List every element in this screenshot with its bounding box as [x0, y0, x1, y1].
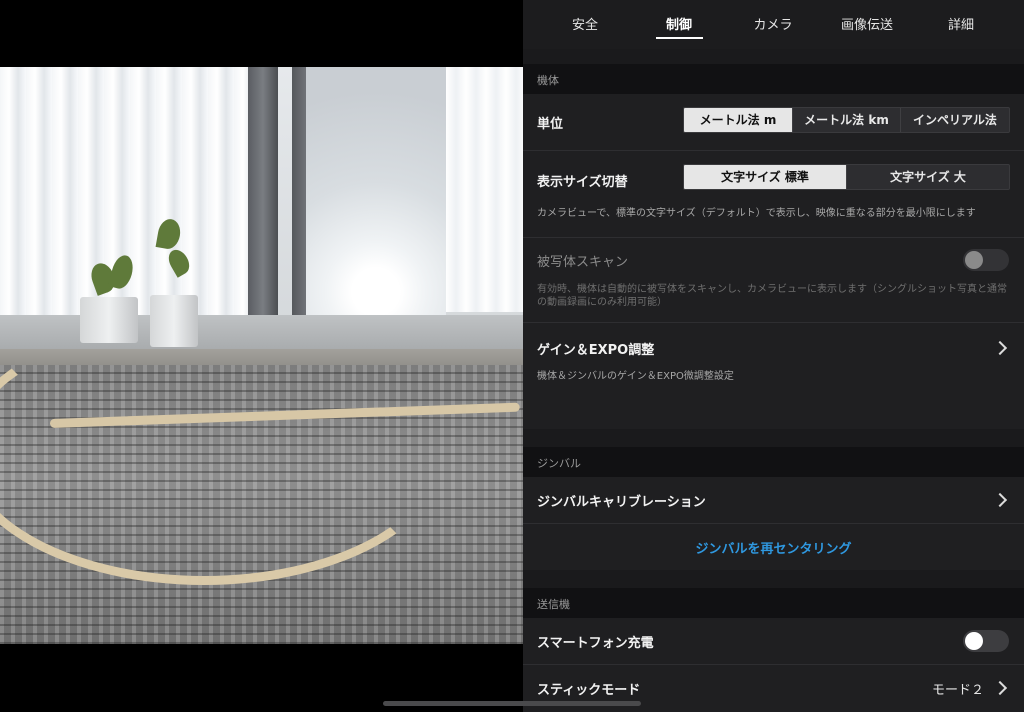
units-option-metric-m[interactable]: メートル法 m — [684, 108, 793, 132]
chevron-right-icon — [992, 340, 1008, 356]
active-tab-indicator — [656, 37, 703, 39]
display-size-description: カメラビューで、標準の文字サイズ（デフォルト）で表示し、映像に重なる部分を最小限… — [537, 208, 976, 219]
section-header-aircraft: 機体 — [523, 64, 1024, 94]
screen: 安全 制御 カメラ 画像伝送 詳細 機体 単位 メートル法 m メートル法 km… — [0, 0, 1024, 712]
stick-mode-value: モード２ — [932, 683, 985, 698]
gain-expo-label: ゲイン＆EXPO調整 — [537, 343, 655, 358]
phone-charging-row: スマートフォン充電 — [523, 618, 1024, 664]
camera-live-view[interactable] — [0, 67, 523, 644]
display-size-option-large[interactable]: 文字サイズ 大 — [847, 165, 1009, 189]
units-row: 単位 メートル法 m メートル法 km インペリアル法 — [523, 94, 1024, 150]
section-header-transmitter: 送信機 — [523, 588, 1024, 618]
display-size-option-standard[interactable]: 文字サイズ 標準 — [684, 165, 847, 189]
settings-tabbar: 安全 制御 カメラ 画像伝送 詳細 — [523, 0, 1024, 49]
subject-scan-row: 被写体スキャン 有効時、機体は自動的に被写体をスキャンし、カメラビューに表示しま… — [523, 238, 1024, 322]
section-title: 送信機 — [537, 598, 570, 611]
home-indicator[interactable] — [383, 701, 641, 706]
subject-scan-description: 有効時、機体は自動的に被写体をスキャンし、カメラビューに表示します（シングルショ… — [537, 284, 1007, 308]
phone-charging-label: スマートフォン充電 — [537, 636, 654, 651]
camera-scene-curtain — [446, 67, 523, 312]
gimbal-calibration-row[interactable]: ジンバルキャリブレーション — [523, 477, 1024, 523]
tab-video-transmission[interactable]: 画像伝送 — [841, 14, 893, 38]
gain-expo-row[interactable]: ゲイン＆EXPO調整 機体＆ジンバルのゲイン＆EXPO微調整設定 — [523, 323, 1024, 429]
toggle-knob — [965, 251, 983, 269]
display-size-segmented-control: 文字サイズ 標準 文字サイズ 大 — [683, 164, 1010, 190]
stick-mode-label: スティックモード — [537, 683, 641, 698]
units-label: 単位 — [537, 117, 564, 132]
subject-scan-toggle[interactable] — [963, 249, 1009, 271]
gimbal-calibration-label: ジンバルキャリブレーション — [537, 495, 706, 510]
gimbal-recenter-button[interactable]: ジンバルを再センタリング — [523, 538, 1024, 557]
display-size-row: 表示サイズ切替 文字サイズ 標準 文字サイズ 大 カメラビューで、標準の文字サイ… — [523, 151, 1024, 237]
section-title: 機体 — [537, 74, 559, 87]
tab-about[interactable]: 詳細 — [948, 14, 974, 38]
units-option-metric-km[interactable]: メートル法 km — [793, 108, 901, 132]
chevron-right-icon — [992, 680, 1008, 696]
tab-safety[interactable]: 安全 — [572, 14, 598, 38]
section-header-gimbal: ジンバル — [523, 447, 1024, 477]
units-option-imperial[interactable]: インペリアル法 — [901, 108, 1009, 132]
chevron-right-icon — [992, 492, 1008, 508]
settings-panel: 安全 制御 カメラ 画像伝送 詳細 機体 単位 メートル法 m メートル法 km… — [523, 0, 1024, 712]
gain-expo-description: 機体＆ジンバルのゲイン＆EXPO微調整設定 — [537, 371, 734, 382]
units-segmented-control: メートル法 m メートル法 km インペリアル法 — [683, 107, 1010, 133]
gimbal-recenter-row: ジンバルを再センタリング — [523, 524, 1024, 570]
phone-charging-toggle[interactable] — [963, 630, 1009, 652]
tab-control[interactable]: 制御 — [666, 14, 692, 38]
tab-camera[interactable]: カメラ — [753, 14, 792, 38]
display-size-label: 表示サイズ切替 — [537, 175, 628, 190]
toggle-knob — [965, 632, 983, 650]
section-title: ジンバル — [537, 457, 581, 470]
subject-scan-label: 被写体スキャン — [537, 255, 629, 270]
